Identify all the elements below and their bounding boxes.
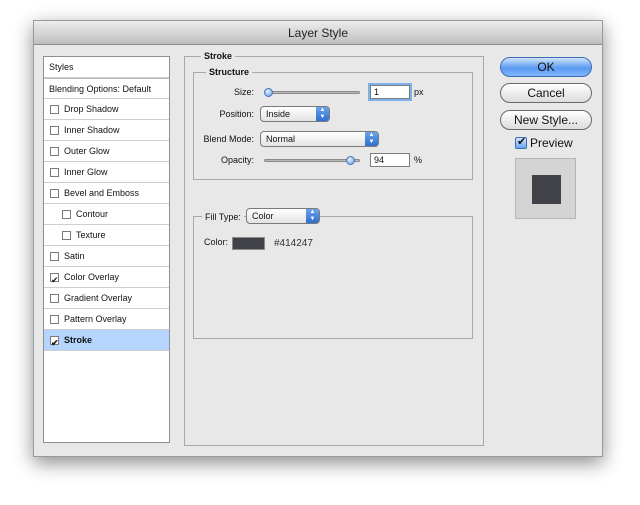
- styles-header[interactable]: Styles: [44, 57, 169, 78]
- sidebar-item-gradient-overlay[interactable]: Gradient Overlay: [44, 288, 169, 309]
- fill-type-label: Fill Type:: [202, 210, 244, 226]
- size-label: Size:: [233, 87, 254, 97]
- fill-type-group: Fill Type: Color ▲ ▼ Color: #414247: [193, 208, 473, 339]
- cancel-button[interactable]: Cancel: [500, 83, 592, 103]
- sidebar-item-stroke[interactable]: Stroke: [44, 330, 169, 354]
- sidebar-item-texture[interactable]: Texture: [44, 225, 169, 246]
- style-checkbox[interactable]: [50, 147, 59, 156]
- color-hex-value: #414247: [274, 238, 313, 249]
- style-checkbox[interactable]: [62, 210, 71, 219]
- style-checkbox[interactable]: [50, 189, 59, 198]
- style-checkbox[interactable]: [50, 333, 59, 354]
- sidebar-item-label: Satin: [64, 251, 85, 261]
- style-checkbox[interactable]: [50, 294, 59, 303]
- style-checkbox[interactable]: [50, 105, 59, 114]
- sidebar-item-label: Color Overlay: [64, 272, 120, 282]
- style-checkbox[interactable]: [50, 315, 59, 324]
- sidebar-item-drop-shadow[interactable]: Drop Shadow: [44, 99, 169, 120]
- stroke-section-title: Stroke: [201, 51, 236, 61]
- color-label: Color:: [204, 237, 229, 247]
- updown-arrows-icon: ▲ ▼: [306, 209, 319, 223]
- position-label: Position:: [219, 109, 254, 119]
- sidebar-item-bevel-and-emboss[interactable]: Bevel and Emboss: [44, 183, 169, 204]
- sidebar-item-inner-shadow[interactable]: Inner Shadow: [44, 120, 169, 141]
- blending-options-item[interactable]: Blending Options: Default: [44, 78, 169, 99]
- style-checkbox[interactable]: [62, 231, 71, 240]
- size-input[interactable]: 1: [370, 85, 410, 99]
- styles-list: Styles Blending Options: Default Drop Sh…: [43, 56, 170, 443]
- sidebar-item-label: Stroke: [64, 335, 93, 345]
- opacity-input[interactable]: 94: [370, 153, 410, 167]
- sidebar-item-label: Gradient Overlay: [64, 293, 133, 303]
- stroke-color-swatch[interactable]: [232, 237, 265, 250]
- style-checkbox[interactable]: [50, 126, 59, 135]
- opacity-slider-thumb[interactable]: [345, 156, 355, 165]
- layer-style-dialog: Layer Style Styles Blending Options: Def…: [33, 20, 603, 457]
- opacity-unit: %: [414, 155, 423, 165]
- size-slider[interactable]: [264, 91, 360, 94]
- sidebar-item-satin[interactable]: Satin: [44, 246, 169, 267]
- blend-mode-value: Normal: [266, 134, 296, 144]
- preview-checkbox[interactable]: [515, 135, 527, 149]
- sidebar-item-pattern-overlay[interactable]: Pattern Overlay: [44, 309, 169, 330]
- sidebar-item-inner-glow[interactable]: Inner Glow: [44, 162, 169, 183]
- style-preview-thumbnail: [515, 158, 576, 219]
- sidebar-item-contour[interactable]: Contour: [44, 204, 169, 225]
- ok-button[interactable]: OK: [500, 57, 592, 77]
- structure-group: Structure Size: 1 px Position: Inside ▲ ▼…: [193, 67, 473, 180]
- sidebar-item-label: Drop Shadow: [64, 104, 119, 114]
- sidebar-item-label: Inner Shadow: [64, 125, 120, 135]
- blend-mode-select[interactable]: Normal ▲ ▼: [260, 131, 379, 147]
- style-checkbox[interactable]: [50, 168, 59, 177]
- preview-label: Preview: [530, 136, 573, 150]
- sidebar-item-label: Texture: [76, 230, 106, 240]
- sidebar-item-label: Outer Glow: [64, 146, 110, 156]
- blend-mode-label: Blend Mode:: [203, 134, 254, 144]
- opacity-label: Opacity:: [220, 155, 254, 165]
- style-checkbox[interactable]: [50, 252, 59, 261]
- fill-type-value: Color: [252, 211, 274, 221]
- size-slider-thumb[interactable]: [264, 88, 273, 97]
- sidebar-item-label: Contour: [76, 209, 109, 219]
- preview-swatch: [532, 175, 561, 204]
- sidebar-item-label: Bevel and Emboss: [64, 188, 140, 198]
- stroke-panel: Stroke Structure Size: 1 px Position: In…: [184, 51, 484, 446]
- sidebar-item-color-overlay[interactable]: Color Overlay: [44, 267, 169, 291]
- size-unit: px: [414, 87, 424, 97]
- new-style-button[interactable]: New Style...: [500, 110, 592, 130]
- sidebar-item-label: Inner Glow: [64, 167, 108, 177]
- position-select[interactable]: Inside ▲ ▼: [260, 106, 330, 122]
- updown-arrows-icon: ▲ ▼: [365, 132, 378, 146]
- style-checkbox[interactable]: [50, 270, 59, 291]
- structure-title: Structure: [206, 67, 253, 77]
- updown-arrows-icon: ▲ ▼: [316, 107, 329, 121]
- fill-type-select[interactable]: Color ▲ ▼: [246, 208, 320, 224]
- sidebar-item-label: Pattern Overlay: [64, 314, 127, 324]
- position-value: Inside: [266, 109, 291, 119]
- window-title: Layer Style: [34, 21, 602, 45]
- sidebar-item-outer-glow[interactable]: Outer Glow: [44, 141, 169, 162]
